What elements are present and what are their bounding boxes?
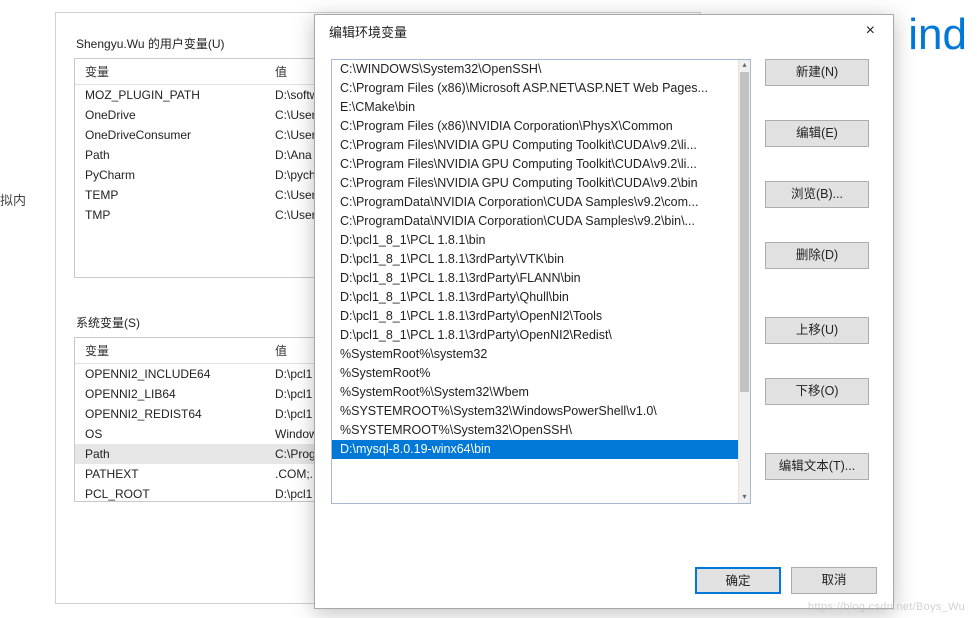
- path-item[interactable]: C:\Program Files\NVIDIA GPU Computing To…: [332, 136, 738, 155]
- path-item[interactable]: %SYSTEMROOT%\System32\OpenSSH\: [332, 421, 738, 440]
- close-icon[interactable]: ×: [858, 20, 883, 42]
- new-button[interactable]: 新建(N): [765, 59, 869, 86]
- var-name: OneDrive: [75, 105, 265, 125]
- watermark: https://blog.csdn.net/Boys_Wu: [808, 601, 965, 613]
- path-item[interactable]: D:\pcl1_8_1\PCL 1.8.1\3rdParty\OpenNI2\R…: [332, 326, 738, 345]
- path-item[interactable]: D:\pcl1_8_1\PCL 1.8.1\3rdParty\FLANN\bin: [332, 269, 738, 288]
- var-name: OPENNI2_INCLUDE64: [75, 364, 265, 385]
- path-item[interactable]: D:\pcl1_8_1\PCL 1.8.1\3rdParty\OpenNI2\T…: [332, 307, 738, 326]
- scroll-up-icon[interactable]: ▴: [739, 60, 750, 71]
- delete-button[interactable]: 删除(D): [765, 242, 869, 269]
- browse-button[interactable]: 浏览(B)...: [765, 181, 869, 208]
- var-name: PyCharm: [75, 165, 265, 185]
- path-item[interactable]: D:\mysql-8.0.19-winx64\bin: [332, 440, 738, 459]
- path-item[interactable]: C:\Program Files\NVIDIA GPU Computing To…: [332, 155, 738, 174]
- edit-env-variable-dialog: 编辑环境变量 × C:\WINDOWS\System32\OpenSSH\C:\…: [314, 14, 894, 609]
- path-item[interactable]: %SystemRoot%\System32\Wbem: [332, 383, 738, 402]
- var-name: TEMP: [75, 185, 265, 205]
- path-item[interactable]: C:\Program Files (x86)\NVIDIA Corporatio…: [332, 117, 738, 136]
- path-item[interactable]: %SystemRoot%: [332, 364, 738, 383]
- var-name: OneDriveConsumer: [75, 125, 265, 145]
- col-var[interactable]: 变量: [75, 338, 265, 364]
- side-buttons: 新建(N) 编辑(E) 浏览(B)... 删除(D) 上移(U) 下移(O) 编…: [765, 59, 869, 504]
- left-cut-label: 拟内: [0, 190, 26, 209]
- edit-text-button[interactable]: 编辑文本(T)...: [765, 453, 869, 480]
- path-item[interactable]: C:\ProgramData\NVIDIA Corporation\CUDA S…: [332, 193, 738, 212]
- path-item[interactable]: E:\CMake\bin: [332, 98, 738, 117]
- path-item[interactable]: %SYSTEMROOT%\System32\WindowsPowerShell\…: [332, 402, 738, 421]
- scroll-thumb[interactable]: [740, 72, 749, 392]
- ok-button[interactable]: 确定: [695, 567, 781, 594]
- path-item[interactable]: D:\pcl1_8_1\PCL 1.8.1\3rdParty\Qhull\bin: [332, 288, 738, 307]
- dialog-title: 编辑环境变量: [329, 22, 407, 41]
- var-name: OS: [75, 424, 265, 444]
- var-name: Path: [75, 444, 265, 464]
- path-item[interactable]: C:\ProgramData\NVIDIA Corporation\CUDA S…: [332, 212, 738, 231]
- path-item[interactable]: C:\Program Files (x86)\Microsoft ASP.NET…: [332, 79, 738, 98]
- background-logo-text: ind: [908, 10, 967, 60]
- var-name: OPENNI2_LIB64: [75, 384, 265, 404]
- scrollbar[interactable]: ▴ ▾: [738, 60, 750, 503]
- path-item[interactable]: D:\pcl1_8_1\PCL 1.8.1\bin: [332, 231, 738, 250]
- path-item[interactable]: %SystemRoot%\system32: [332, 345, 738, 364]
- var-name: Path: [75, 145, 265, 165]
- path-item[interactable]: C:\Program Files\NVIDIA GPU Computing To…: [332, 174, 738, 193]
- var-name: TMP: [75, 205, 265, 225]
- path-item[interactable]: D:\pcl1_8_1\PCL 1.8.1\3rdParty\VTK\bin: [332, 250, 738, 269]
- path-list[interactable]: C:\WINDOWS\System32\OpenSSH\C:\Program F…: [331, 59, 751, 504]
- var-name: PATHEXT: [75, 464, 265, 484]
- var-name: PCL_ROOT: [75, 484, 265, 502]
- ok-cancel-row: 确定 取消: [695, 567, 877, 594]
- var-name: OPENNI2_REDIST64: [75, 404, 265, 424]
- cancel-button[interactable]: 取消: [791, 567, 877, 594]
- move-down-button[interactable]: 下移(O): [765, 378, 869, 405]
- dialog-titlebar: 编辑环境变量 ×: [315, 15, 893, 47]
- path-item[interactable]: C:\WINDOWS\System32\OpenSSH\: [332, 60, 738, 79]
- col-var[interactable]: 变量: [75, 59, 265, 85]
- move-up-button[interactable]: 上移(U): [765, 317, 869, 344]
- scroll-down-icon[interactable]: ▾: [739, 492, 750, 503]
- edit-button[interactable]: 编辑(E): [765, 120, 869, 147]
- var-name: MOZ_PLUGIN_PATH: [75, 85, 265, 106]
